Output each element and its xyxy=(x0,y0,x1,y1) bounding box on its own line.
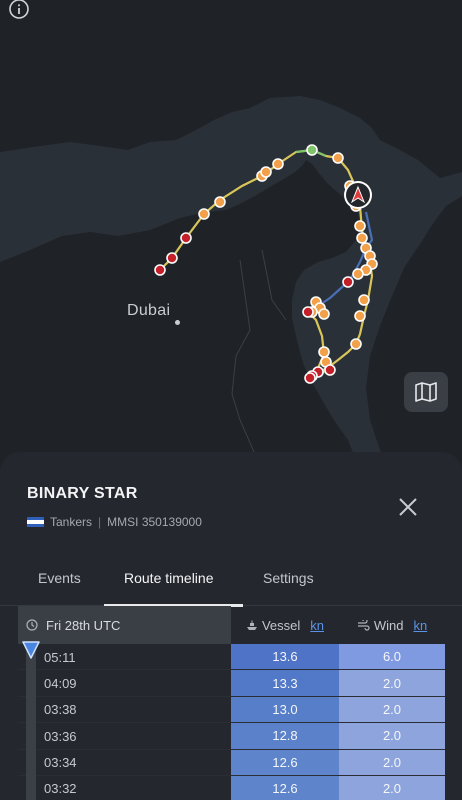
row-vessel-speed: 12.6 xyxy=(231,775,339,800)
vessel-speed-header: Vessel kn xyxy=(231,606,339,644)
row-time: 03:32 xyxy=(44,781,77,797)
tab-route-timeline[interactable]: Route timeline xyxy=(124,570,214,586)
table-row[interactable]: 03:38 13.0 2.0 xyxy=(18,696,445,724)
route-point[interactable] xyxy=(342,276,354,288)
route-point[interactable] xyxy=(318,308,330,320)
tab-bar: Events Route timeline Settings xyxy=(0,558,462,607)
row-time: 03:38 xyxy=(44,702,77,718)
row-vessel-speed: 13.6 xyxy=(231,644,339,670)
route-point[interactable] xyxy=(324,364,336,376)
vessel-arrow-icon[interactable] xyxy=(344,181,372,209)
table-row[interactable]: 05:11 13.6 6.0 xyxy=(18,644,445,671)
vessel-unit-link[interactable]: kn xyxy=(310,618,324,633)
timeline-scrubber-track[interactable] xyxy=(26,644,36,800)
vessel-header-label: Vessel xyxy=(261,617,301,633)
route-point[interactable] xyxy=(166,252,178,264)
date-label: Fri 28th UTC xyxy=(46,617,121,633)
vessel-meta: Tankers | MMSI 350139000 xyxy=(27,515,202,529)
table-body: 05:11 13.6 6.0 04:09 13.3 2.0 03:38 13.0 2.0 03:3… xyxy=(18,644,445,800)
row-time: 03:34 xyxy=(44,755,77,771)
row-wind-speed: 2.0 xyxy=(339,670,445,696)
table-row[interactable]: 04:09 13.3 2.0 xyxy=(18,670,445,697)
wind-icon xyxy=(357,619,370,631)
vessel-name: BINARY STAR xyxy=(27,485,138,502)
route-point[interactable] xyxy=(350,338,362,350)
map-view[interactable]: Dubai xyxy=(0,0,462,470)
city-dot xyxy=(175,320,180,325)
row-vessel-speed: 13.0 xyxy=(231,696,339,723)
table-row[interactable]: 03:32 12.6 2.0 xyxy=(18,775,445,800)
tab-events[interactable]: Events xyxy=(38,570,81,586)
meta-separator: | xyxy=(98,515,102,529)
vessel-type: Tankers xyxy=(50,515,93,529)
route-point[interactable] xyxy=(304,372,316,384)
row-wind-speed: 2.0 xyxy=(339,775,445,800)
route-point[interactable] xyxy=(272,158,284,170)
row-wind-speed: 2.0 xyxy=(339,749,445,775)
route-point[interactable] xyxy=(214,196,226,208)
close-icon xyxy=(399,498,417,516)
route-point[interactable] xyxy=(318,346,330,358)
clock-icon xyxy=(26,619,38,631)
route-point[interactable] xyxy=(154,264,166,276)
vessel-mmsi: MMSI 350139000 xyxy=(107,515,202,529)
row-vessel-speed: 13.3 xyxy=(231,670,339,696)
island xyxy=(104,52,108,56)
table-row[interactable]: 03:34 12.6 2.0 xyxy=(18,749,445,776)
route-point[interactable] xyxy=(302,306,314,318)
map-canvas[interactable] xyxy=(0,0,462,470)
route-point[interactable] xyxy=(352,268,364,280)
route-point[interactable] xyxy=(306,144,318,156)
wind-header-label: Wind xyxy=(373,617,404,633)
wind-unit-link[interactable]: kn xyxy=(413,618,427,633)
route-point[interactable] xyxy=(354,220,366,232)
flag-icon xyxy=(27,516,44,528)
route-point[interactable] xyxy=(260,166,272,178)
row-wind-speed: 2.0 xyxy=(339,723,445,749)
row-time: 05:11 xyxy=(44,649,76,665)
row-wind-speed: 2.0 xyxy=(339,696,445,723)
map-layers-icon xyxy=(415,382,437,402)
map-layers-button[interactable] xyxy=(404,372,448,412)
route-point[interactable] xyxy=(198,208,210,220)
island xyxy=(21,45,25,49)
route-point[interactable] xyxy=(358,294,370,306)
timeline-handle-icon[interactable] xyxy=(22,640,40,660)
table-header: Fri 28th UTC Vessel kn Wind kn xyxy=(18,606,445,644)
wind-speed-header: Wind kn xyxy=(339,606,445,644)
row-vessel-speed: 12.6 xyxy=(231,749,339,775)
row-time: 03:36 xyxy=(44,728,77,744)
ship-icon xyxy=(246,620,257,630)
info-icon[interactable] xyxy=(8,0,30,22)
route-point[interactable] xyxy=(332,152,344,164)
tab-settings[interactable]: Settings xyxy=(263,570,314,586)
date-header[interactable]: Fri 28th UTC xyxy=(18,606,231,644)
row-vessel-speed: 12.8 xyxy=(231,723,339,749)
route-timeline-table: Fri 28th UTC Vessel kn Wind kn 05:11 13.… xyxy=(18,606,445,800)
route-point[interactable] xyxy=(356,232,368,244)
vessel-details-sheet: BINARY STAR Tankers | MMSI 350139000 Eve… xyxy=(0,452,462,800)
city-label-dubai: Dubai xyxy=(127,302,171,319)
row-wind-speed: 6.0 xyxy=(339,644,445,670)
close-button[interactable] xyxy=(396,495,420,519)
route-point[interactable] xyxy=(180,232,192,244)
route-point[interactable] xyxy=(354,310,366,322)
row-time: 04:09 xyxy=(44,675,77,691)
table-row[interactable]: 03:36 12.8 2.0 xyxy=(18,723,445,750)
